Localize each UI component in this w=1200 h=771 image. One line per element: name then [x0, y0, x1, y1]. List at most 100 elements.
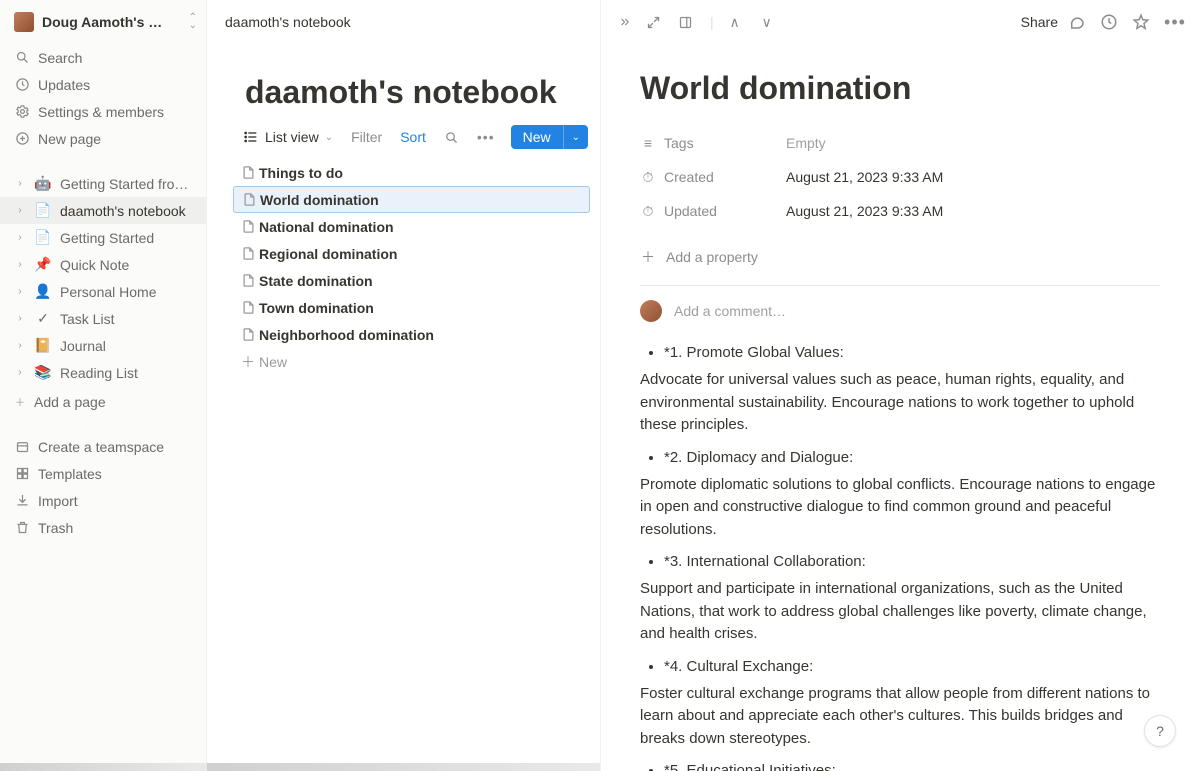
avatar	[640, 300, 662, 322]
view-picker[interactable]: List view ⌄	[237, 125, 339, 149]
list-item-title: Regional domination	[259, 246, 397, 262]
property-icon: ⏱	[640, 169, 656, 186]
breadcrumb[interactable]: daamoth's notebook	[207, 0, 600, 44]
page-content[interactable]: *1. Promote Global Values: Advocate for u…	[640, 344, 1160, 771]
new-button-chevron[interactable]: ⌄	[563, 125, 588, 149]
page-emoji: 📄	[34, 202, 52, 219]
content-paragraph[interactable]: Foster cultural exchange programs that a…	[640, 683, 1160, 751]
sidebar-settings[interactable]: Settings & members	[0, 98, 207, 125]
chevron-right-icon[interactable]: ›	[14, 367, 26, 378]
property-row[interactable]: ⏱CreatedAugust 21, 2023 9:33 AM	[640, 161, 1160, 193]
sidebar-page[interactable]: ›📚Reading List	[0, 359, 207, 386]
plus-circle-icon	[14, 131, 30, 147]
page-icon	[241, 219, 259, 234]
page-more-icon[interactable]: •••	[1164, 12, 1186, 33]
property-value[interactable]: August 21, 2023 9:33 AM	[786, 169, 943, 185]
content-paragraph[interactable]: Advocate for universal values such as pe…	[640, 369, 1160, 437]
page-title[interactable]: World domination	[640, 70, 1160, 107]
sidebar-bottom: Create a teamspaceTemplatesImportTrash	[0, 433, 207, 541]
sidebar-teamspace[interactable]: Create a teamspace	[0, 433, 207, 460]
sort-button[interactable]: Sort	[394, 126, 432, 148]
chevron-right-icon[interactable]: ›	[14, 340, 26, 351]
list-item-title: State domination	[259, 273, 373, 289]
page-label: Journal	[60, 338, 197, 354]
sidebar-page[interactable]: ›📄daamoth's notebook	[0, 197, 207, 224]
list-item-title: Town domination	[259, 300, 374, 316]
chevron-right-icon[interactable]: ›	[14, 259, 26, 270]
sidebar-add-page[interactable]: ＋ Add a page	[0, 388, 207, 415]
content-bullet[interactable]: *5. Educational Initiatives:	[664, 762, 1160, 771]
peek-mode-icon[interactable]	[678, 15, 700, 30]
filter-button[interactable]: Filter	[345, 126, 388, 148]
sidebar-page[interactable]: ›📔Journal	[0, 332, 207, 359]
chevron-right-icon[interactable]: ›	[14, 286, 26, 297]
history-icon[interactable]	[1100, 13, 1122, 31]
list-item[interactable]: World domination	[233, 186, 590, 213]
sidebar-page[interactable]: ›📌Quick Note	[0, 251, 207, 278]
list-item[interactable]: Neighborhood domination	[233, 321, 590, 348]
sidebar-utils: Search Updates Settings & members New pa…	[0, 44, 207, 152]
sidebar-search[interactable]: Search	[0, 44, 207, 71]
sidebar-page[interactable]: ›👤Personal Home	[0, 278, 207, 305]
sidebar-new-page[interactable]: New page	[0, 125, 207, 152]
share-button[interactable]: Share	[1021, 14, 1058, 30]
page-label: Task List	[60, 311, 197, 327]
list-item[interactable]: Town domination	[233, 294, 590, 321]
next-page-icon[interactable]: ∨	[756, 14, 778, 31]
new-row[interactable]: ＋New	[233, 348, 590, 375]
content-bullet[interactable]: *3. International Collaboration:	[664, 553, 1160, 570]
comment-input[interactable]: Add a comment…	[640, 300, 1160, 322]
plus-icon: ＋	[241, 352, 259, 372]
sidebar-templates[interactable]: Templates	[0, 460, 207, 487]
sidebar-import[interactable]: Import	[0, 487, 207, 514]
new-button[interactable]: New	[511, 125, 563, 149]
double-chevron-icon[interactable]: »	[614, 13, 636, 31]
list-item[interactable]: Regional domination	[233, 240, 590, 267]
chevron-right-icon[interactable]: ›	[14, 178, 26, 189]
chevron-right-icon[interactable]: ›	[14, 313, 26, 324]
property-row[interactable]: ⏱UpdatedAugust 21, 2023 9:33 AM	[640, 195, 1160, 227]
page-icon	[241, 165, 259, 180]
content-paragraph[interactable]: Support and participate in international…	[640, 578, 1160, 646]
database-title[interactable]: daamoth's notebook	[245, 44, 582, 119]
page-label: Getting Started	[60, 230, 197, 246]
page-label: Reading List	[60, 365, 197, 381]
chevron-right-icon[interactable]: ›	[14, 232, 26, 243]
expand-icon[interactable]	[646, 15, 668, 30]
database-list: Things to doWorld dominationNational dom…	[207, 155, 600, 375]
workspace-switcher[interactable]: Doug Aamoth's … ⌃⌄	[0, 10, 207, 42]
sidebar-page[interactable]: › 📄 Getting Started	[0, 224, 207, 251]
page-icon	[241, 327, 259, 342]
sidebar-trash[interactable]: Trash	[0, 514, 207, 541]
property-key: ≡Tags	[640, 135, 786, 151]
sidebar-updates[interactable]: Updates	[0, 71, 207, 98]
property-value[interactable]: Empty	[786, 135, 826, 151]
list-item[interactable]: State domination	[233, 267, 590, 294]
trash-icon	[14, 520, 30, 536]
content-bullet[interactable]: *4. Cultural Exchange:	[664, 658, 1160, 675]
list-item-title: Neighborhood domination	[259, 327, 434, 343]
sidebar-page[interactable]: ›🤖Getting Started from Eve…	[0, 170, 207, 197]
database-panel: daamoth's notebook daamoth's notebook Li…	[207, 0, 600, 771]
list-item[interactable]: Things to do	[233, 159, 590, 186]
chevron-right-icon[interactable]: ›	[14, 205, 26, 216]
detail-panel: » | ∧ ∨ Share ••• World domination ≡Tags…	[600, 0, 1200, 771]
help-button[interactable]: ?	[1144, 715, 1176, 747]
content-bullet[interactable]: *1. Promote Global Values:	[664, 344, 1160, 361]
content-bullet[interactable]: *2. Diplomacy and Dialogue:	[664, 449, 1160, 466]
property-row[interactable]: ≡TagsEmpty	[640, 127, 1160, 159]
sidebar-page[interactable]: ›✓Task List	[0, 305, 207, 332]
more-icon[interactable]: •••	[471, 126, 501, 148]
property-value[interactable]: August 21, 2023 9:33 AM	[786, 203, 943, 219]
search-button[interactable]	[438, 127, 465, 148]
add-property[interactable]: ＋ Add a property	[640, 241, 1160, 273]
list-item[interactable]: National domination	[233, 213, 590, 240]
page-emoji: 📄	[34, 229, 52, 246]
clock-icon	[14, 77, 30, 93]
content-paragraph[interactable]: Promote diplomatic solutions to global c…	[640, 474, 1160, 542]
prev-page-icon[interactable]: ∧	[724, 14, 746, 31]
comments-icon[interactable]	[1068, 13, 1090, 31]
page-emoji: 🤖	[34, 175, 52, 192]
property-key: ⏱Created	[640, 169, 786, 186]
favorite-icon[interactable]	[1132, 13, 1154, 31]
